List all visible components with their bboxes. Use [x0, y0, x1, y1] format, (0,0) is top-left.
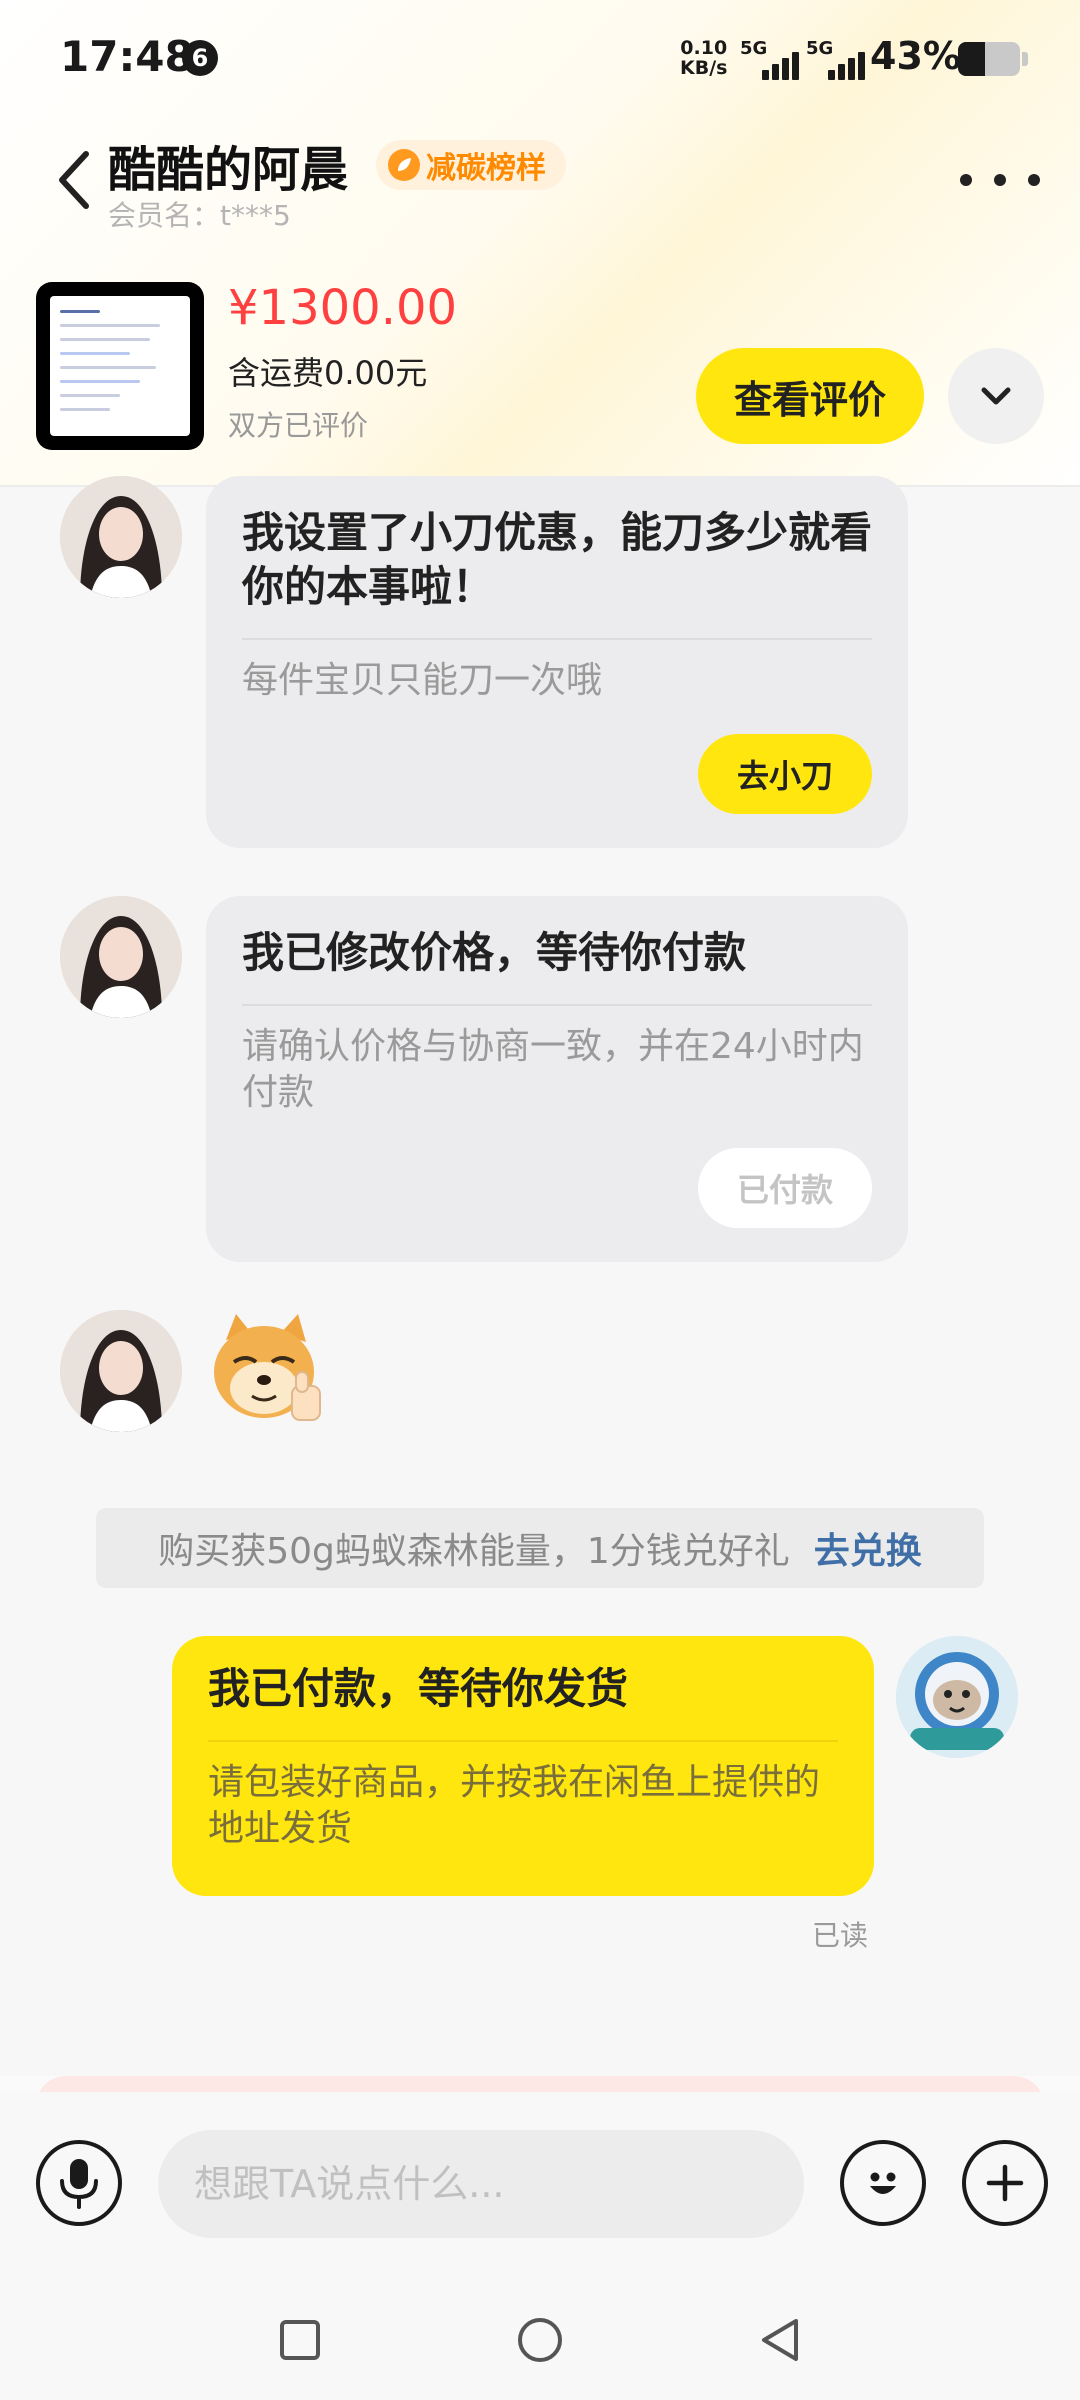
add-attachment-button[interactable] — [962, 2140, 1048, 2226]
price-changed-message-card: 我已修改价格，等待你付款 请确认价格与协商一致，并在24小时内付款 已付款 — [206, 896, 908, 1262]
card-divider — [208, 1740, 838, 1742]
read-receipt: 已读 — [812, 1919, 869, 1952]
product-thumbnail[interactable] — [36, 282, 204, 450]
expand-button[interactable] — [948, 348, 1044, 444]
plus-icon — [986, 2164, 1024, 2202]
badge-label: 减碳榜样 — [426, 151, 546, 186]
message-input[interactable] — [158, 2130, 804, 2238]
dot-icon — [994, 174, 1006, 186]
square-icon — [280, 2320, 320, 2360]
price-changed-title: 我已修改价格，等待你付款 — [242, 928, 747, 977]
price-changed-subtitle: 请确认价格与协商一致，并在24小时内付款 — [242, 1026, 864, 1113]
chevron-down-icon — [981, 387, 1011, 405]
network-speed-unit: KB/s — [680, 57, 728, 79]
cat-astronaut-avatar-icon — [896, 1636, 1018, 1758]
avatar-portrait — [60, 476, 182, 598]
payment-sent-title: 我已付款，等待你发货 — [208, 1664, 629, 1713]
seller-avatar[interactable] — [60, 476, 182, 598]
dot-icon — [1028, 174, 1040, 186]
notification-count-badge: 6 — [182, 40, 218, 76]
payment-sent-message-card: 我已付款，等待你发货 请包装好商品，并按我在闲鱼上提供的地址发货 — [172, 1636, 874, 1896]
microphone-icon — [60, 2159, 98, 2209]
network-speed: 0.10 KB/s — [680, 38, 727, 78]
card-divider — [242, 638, 872, 640]
view-review-button[interactable]: 查看评价 — [696, 348, 924, 444]
back-nav-button[interactable] — [740, 2300, 820, 2380]
triangle-back-icon — [762, 2319, 798, 2361]
battery-percent: 43% — [870, 34, 961, 78]
promo-text: 购买获50g蚂蚁森林能量，1分钱兑好礼 — [158, 1531, 790, 1572]
chevron-left-icon — [59, 151, 89, 209]
dot-icon — [960, 174, 972, 186]
shipping-fee: 含运费0.00元 — [228, 354, 428, 392]
seller-avatar[interactable] — [60, 896, 182, 1018]
product-thumbnail-image — [50, 296, 190, 436]
payment-sent-subtitle: 请包装好商品，并按我在闲鱼上提供的地址发货 — [208, 1762, 821, 1849]
home-button[interactable] — [500, 2300, 580, 2380]
bargain-subtitle: 每件宝贝只能刀一次哦 — [242, 660, 603, 701]
card-divider — [242, 1004, 872, 1006]
bargain-button[interactable]: 去小刀 — [698, 734, 872, 814]
seller-avatar[interactable] — [60, 1310, 182, 1432]
network-speed-value: 0.10 — [680, 37, 728, 59]
status-bar: 17:48 6 0.10 KB/s 5G 5G 43% — [0, 0, 1080, 120]
back-button[interactable] — [44, 140, 104, 220]
avatar-portrait — [60, 896, 182, 1018]
doge-sticker-icon — [214, 1314, 321, 1421]
circle-icon — [518, 2318, 562, 2362]
battery-icon — [958, 42, 1020, 76]
doge-thumbs-up-sticker[interactable] — [206, 1310, 330, 1426]
bargain-message-card: 我设置了小刀优惠，能刀多少就看你的本事啦！ 每件宝贝只能刀一次哦 去小刀 — [206, 476, 908, 848]
leaf-icon — [388, 149, 420, 181]
bargain-title: 我设置了小刀优惠，能刀多少就看你的本事啦！ — [242, 508, 873, 611]
review-status: 双方已评价 — [228, 409, 369, 442]
smiley-icon — [870, 2172, 896, 2194]
seller-name[interactable]: 酷酷的阿晨 — [108, 130, 348, 200]
emoji-button[interactable] — [840, 2140, 926, 2226]
voice-input-button[interactable] — [36, 2140, 122, 2226]
member-name: 会员名：t***5 — [108, 199, 291, 232]
signal-icon-sim2: 5G — [806, 38, 865, 80]
product-price: ¥1300.00 — [228, 280, 458, 336]
status-time: 17:48 — [60, 32, 194, 81]
my-avatar[interactable] — [896, 1636, 1018, 1758]
carbon-reduction-badge[interactable]: 减碳榜样 — [376, 140, 566, 190]
recent-apps-button[interactable] — [260, 2300, 340, 2380]
paid-button[interactable]: 已付款 — [698, 1148, 872, 1228]
redeem-link[interactable]: 去兑换 — [814, 1522, 922, 1574]
more-options-button[interactable] — [960, 160, 1040, 200]
signal-icon-sim1: 5G — [740, 38, 799, 80]
battery-tip — [1022, 52, 1028, 66]
avatar-portrait — [60, 1310, 182, 1432]
ant-forest-promo-banner: 购买获50g蚂蚁森林能量，1分钱兑好礼 去兑换 — [96, 1508, 984, 1588]
